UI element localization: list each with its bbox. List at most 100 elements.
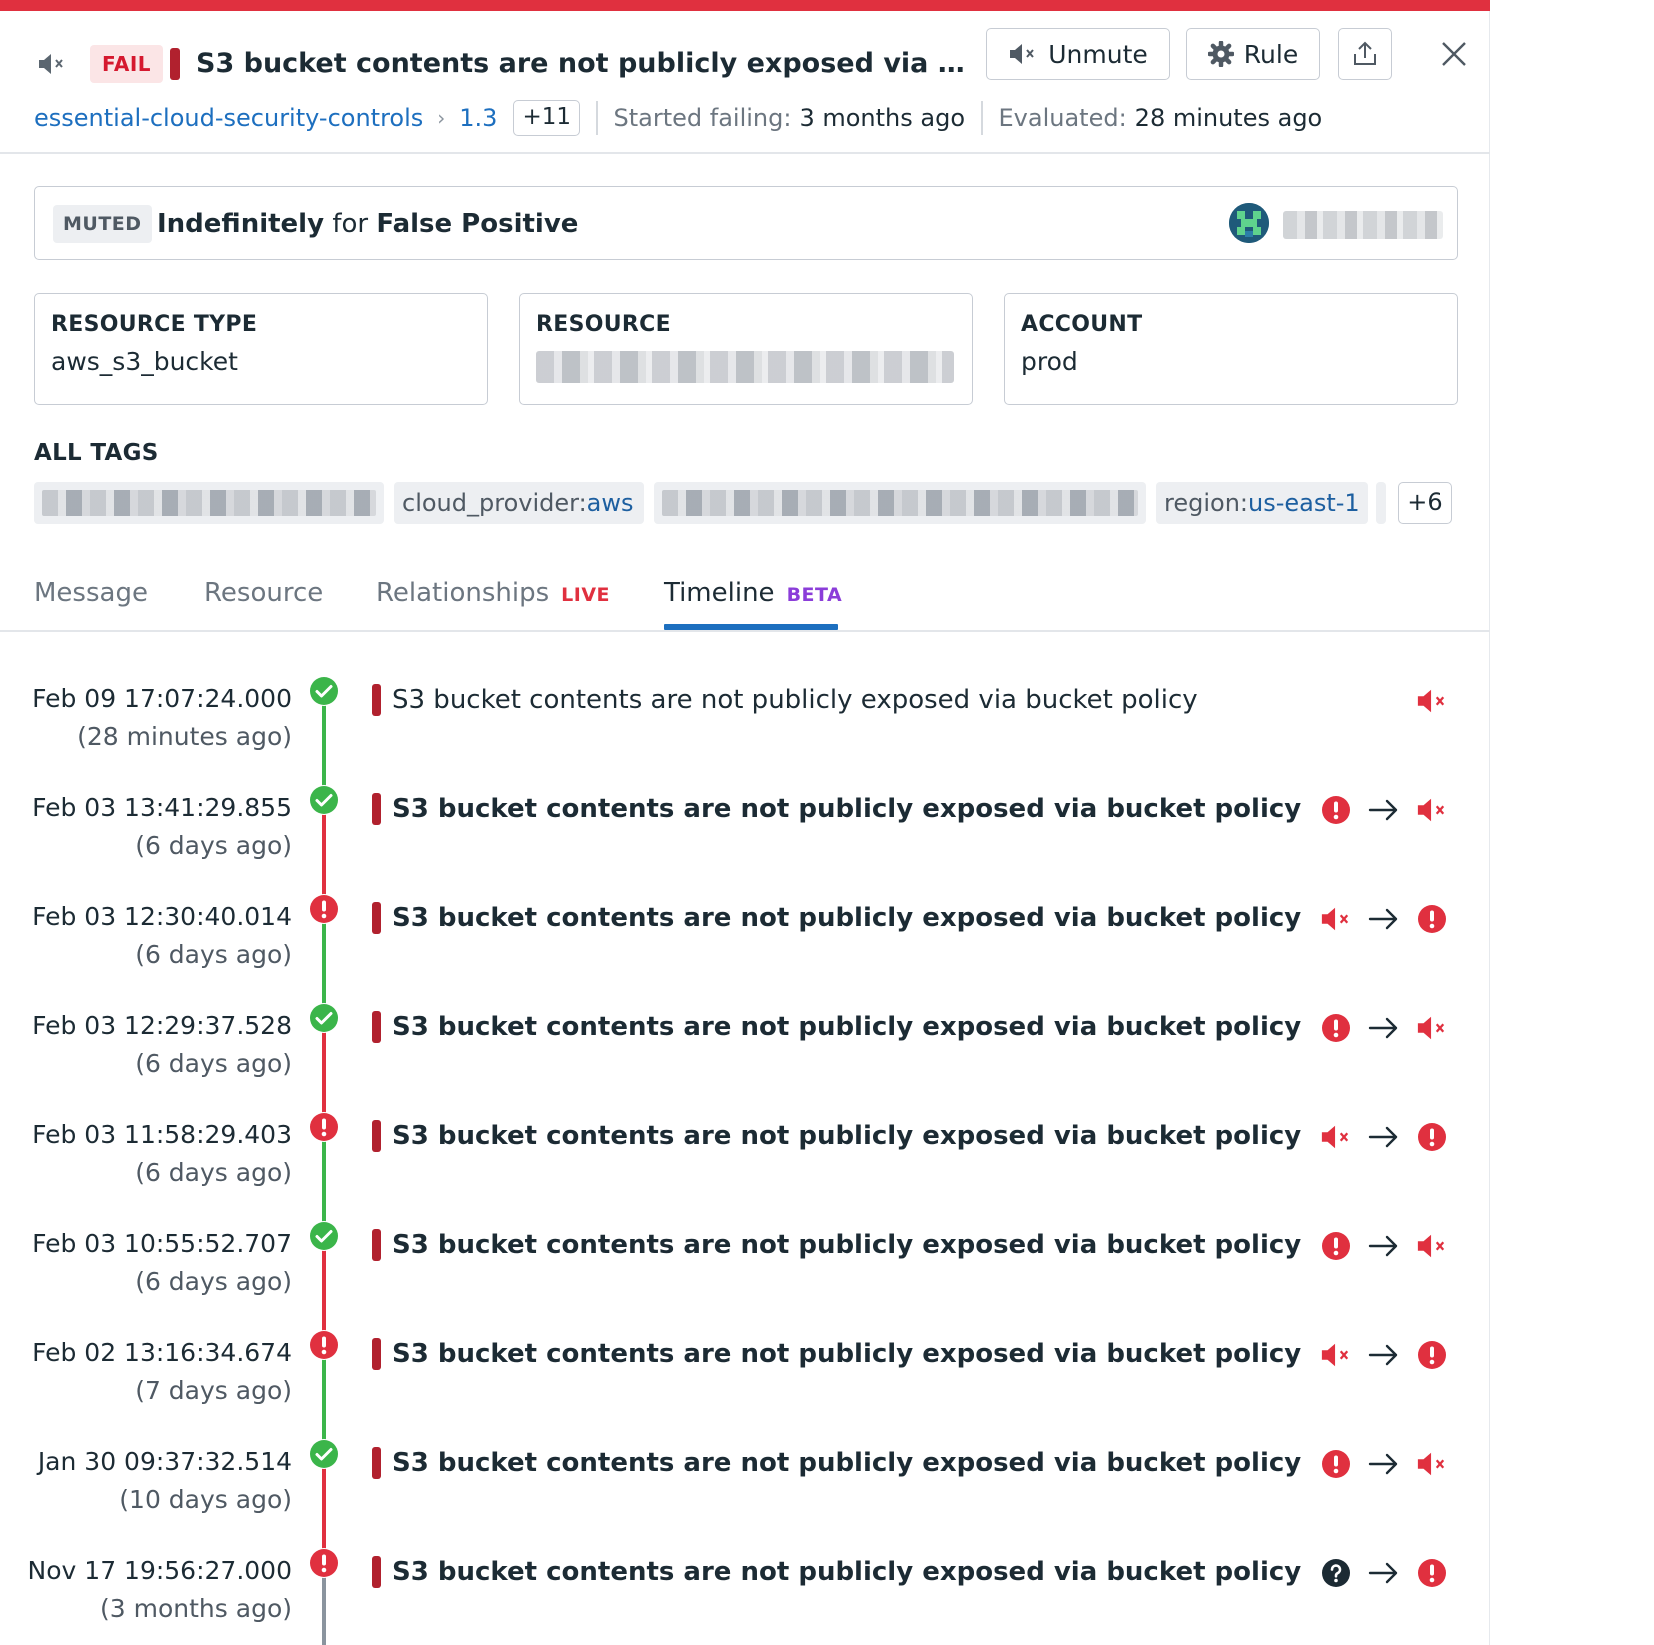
alert-circle-icon [1320,1230,1352,1262]
alert-circle-icon [309,1330,339,1360]
finding-title: S3 bucket contents are not publicly expo… [196,48,966,79]
evaluated-label: Evaluated: [998,104,1127,132]
severity-indicator [372,684,381,716]
arrow-right-icon [1368,903,1400,935]
timeline-timestamp: Jan 30 09:37:32.514 (10 days ago) [38,1443,292,1519]
breadcrumb-chevron-icon: › [437,106,446,130]
tag-key: region: [1164,489,1248,517]
timeline-connector [322,691,326,800]
tag-value: aws [586,489,634,517]
timeline-row: Jan 30 09:37:32.514 (10 days ago) S3 buc… [0,1403,1490,1563]
mute-description: Indefinitely for False Positive [157,202,578,246]
event-title[interactable]: S3 bucket contents are not publicly expo… [392,678,1198,722]
close-icon [1442,42,1466,66]
tag-truncated[interactable] [1376,482,1386,524]
timeline-timestamp: Feb 03 12:29:37.528 (6 days ago) [32,1007,292,1083]
timeline-connector [322,1345,326,1454]
event-title[interactable]: S3 bucket contents are not publicly expo… [392,1550,1301,1594]
timeline-connector [322,909,326,1018]
tag-cloud-provider[interactable]: cloud_provider:aws [394,482,644,524]
arrow-right-icon [1368,794,1400,826]
alert-circle-icon [309,1548,339,1578]
timeline-connector [322,1236,326,1345]
event-time: Feb 03 10:55:52.707 [32,1229,292,1258]
muted-speaker-icon [1320,1339,1352,1371]
arrow-right-icon [1368,1012,1400,1044]
timeline-timestamp: Nov 17 19:56:27.000 (3 months ago) [28,1552,292,1628]
event-title[interactable]: S3 bucket contents are not publicly expo… [392,1441,1301,1485]
state-transition [1320,896,1460,940]
event-title[interactable]: S3 bucket contents are not publicly expo… [392,1114,1301,1158]
more-frameworks-badge[interactable]: +11 [513,100,580,136]
severity-indicator [372,1338,381,1370]
arrow-right-icon [1368,1121,1400,1153]
severity-indicator [372,1011,381,1043]
muted-speaker-icon [1416,794,1448,826]
unmute-button[interactable]: Unmute [986,28,1170,80]
timeline-timestamp: Feb 03 13:41:29.855 (6 days ago) [32,789,292,865]
tag-redacted[interactable] [34,482,384,524]
framework-link[interactable]: essential-cloud-security-controls [34,104,423,132]
redacted-user-name [1283,211,1443,239]
event-title[interactable]: S3 bucket contents are not publicly expo… [392,1332,1301,1376]
arrow-right-icon [1368,1230,1400,1262]
check-circle-icon [309,1439,339,1469]
muted-speaker-icon [1416,1448,1448,1480]
question-circle-icon [1320,1557,1352,1589]
event-time: Feb 03 12:30:40.014 [32,902,292,931]
alert-circle-icon [1416,903,1448,935]
close-button[interactable] [1434,34,1474,74]
timeline-row: Feb 03 13:41:29.855 (6 days ago) S3 buck… [0,749,1490,909]
event-title[interactable]: S3 bucket contents are not publicly expo… [392,1005,1301,1049]
started-failing-value: 3 months ago [799,104,966,132]
event-time: Feb 03 13:41:29.855 [32,793,292,822]
severity-indicator [372,1229,381,1261]
event-title[interactable]: S3 bucket contents are not publicly expo… [392,896,1301,940]
finding-panel: FAIL S3 bucket contents are not publicly… [0,0,1490,1645]
arrow-right-icon [1368,1557,1400,1589]
tab-relationships[interactable]: Relationships LIVE [376,570,610,630]
timeline-row: Feb 03 12:29:37.528 (6 days ago) S3 buck… [0,967,1490,1127]
tag-region[interactable]: region:us-east-1 [1156,482,1368,524]
timeline-row: Feb 03 11:58:29.403 (6 days ago) S3 buck… [0,1076,1490,1236]
tab-message[interactable]: Message [34,570,148,630]
alert-circle-icon [1416,1339,1448,1371]
more-tags-button[interactable]: +6 [1398,482,1452,524]
check-circle-icon [309,676,339,706]
resource-type-card: RESOURCE TYPE aws_s3_bucket [34,293,488,405]
timeline-row: Feb 09 17:07:24.000 (28 minutes ago) S3 … [0,640,1490,800]
tag-value: us-east-1 [1248,489,1360,517]
mute-duration: Indefinitely [157,209,325,239]
tab-resource[interactable]: Resource [204,570,323,630]
muted-speaker-icon [1416,1230,1448,1262]
mute-for-word: for [332,209,369,239]
mute-status-box: MUTED Indefinitely for False Positive [34,186,1458,260]
severity-indicator [372,793,381,825]
event-title[interactable]: S3 bucket contents are not publicly expo… [392,1223,1301,1267]
event-time: Feb 02 13:16:34.674 [32,1338,292,1367]
check-circle-icon [309,1003,339,1033]
severity-indicator [372,1556,381,1588]
state-transition [1320,1005,1460,1049]
event-title[interactable]: S3 bucket contents are not publicly expo… [392,787,1301,831]
alert-circle-icon [1320,794,1352,826]
share-button[interactable] [1338,28,1392,80]
requirement-link[interactable]: 1.3 [459,104,497,132]
event-relative-time: (3 months ago) [100,1594,292,1623]
tag-redacted[interactable] [654,482,1146,524]
muted-speaker-icon [1320,1121,1352,1153]
tab-timeline[interactable]: Timeline BETA [664,570,842,630]
state-transition [1320,1223,1460,1267]
live-badge: LIVE [561,584,611,606]
evaluated-value: 28 minutes ago [1134,104,1323,132]
rule-button[interactable]: Rule [1186,28,1320,80]
resource-type-label: RESOURCE TYPE [51,312,258,337]
state-transition [1320,1332,1460,1376]
account-label: ACCOUNT [1021,312,1143,337]
account-value: prod [1021,347,1078,376]
unmute-label: Unmute [1048,39,1148,69]
timeline-row: Nov 17 19:56:27.000 (3 months ago) S3 bu… [0,1512,1490,1645]
fail-status-strip [0,0,1490,11]
resource-card: RESOURCE [519,293,973,405]
mute-toggle-icon[interactable] [34,46,70,82]
